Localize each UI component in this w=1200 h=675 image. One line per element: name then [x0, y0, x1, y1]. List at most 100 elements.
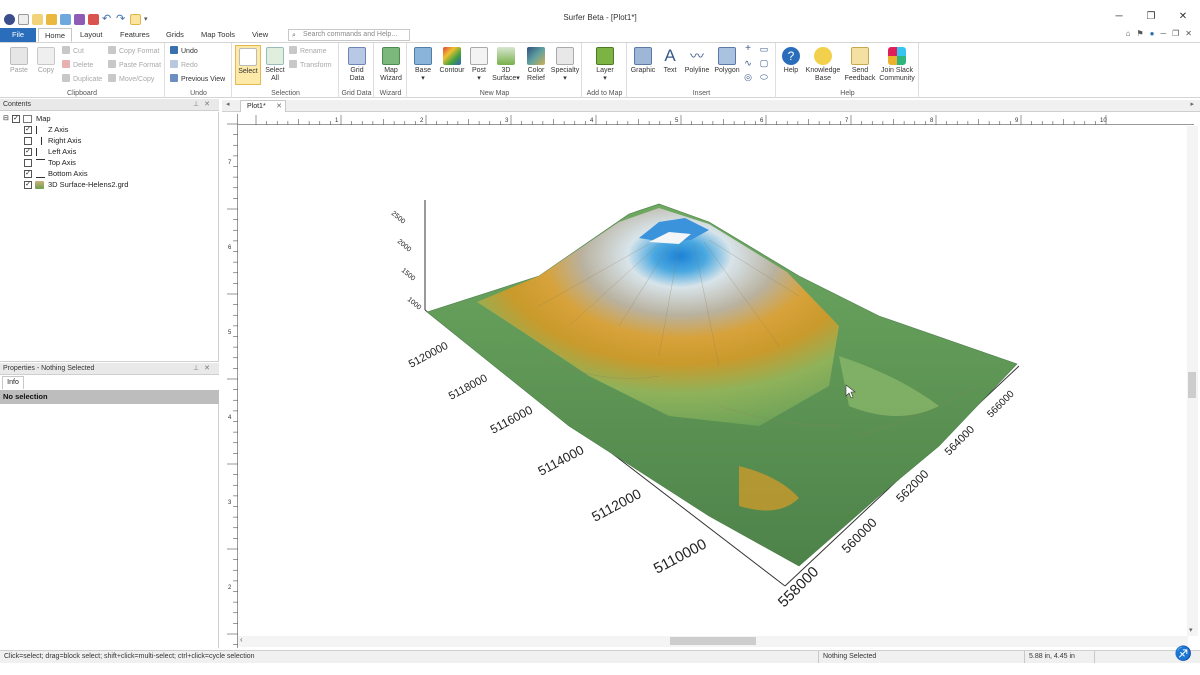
copy-button[interactable]: Copy — [34, 47, 58, 75]
spline-icon[interactable]: ∿ — [742, 59, 754, 68]
save-icon[interactable] — [74, 13, 85, 25]
help-circle-icon[interactable]: ● — [1150, 29, 1155, 38]
move-copy-button[interactable]: Move/Copy — [108, 74, 154, 86]
symbol-icon[interactable]: ◎ — [742, 73, 754, 82]
minimize-icon[interactable]: ─ — [1112, 11, 1126, 22]
duplicate-button[interactable]: Duplicate — [62, 74, 102, 86]
tab-map-tools[interactable]: Map Tools — [195, 28, 241, 42]
tab-view[interactable]: View — [246, 28, 274, 42]
select-tool-icon[interactable] — [130, 13, 141, 25]
map-wizard-button[interactable]: Map Wizard — [378, 47, 404, 83]
close-tab-icon[interactable]: ✕ — [276, 101, 282, 112]
slack-icon — [888, 47, 906, 65]
rename-button[interactable]: Rename — [289, 46, 326, 58]
panel-pin-close-icons[interactable]: ⊥✕ — [193, 99, 215, 111]
customize-qat-icon[interactable]: ▾ — [144, 15, 148, 23]
checkbox-map[interactable]: ✓ — [12, 115, 20, 123]
app-logo-icon[interactable] — [4, 13, 15, 25]
join-slack-button[interactable]: Join Slack Community — [877, 47, 917, 83]
grid-data-button[interactable]: Grid Data — [344, 47, 370, 83]
tab-grids[interactable]: Grids — [160, 28, 190, 42]
paste-button[interactable]: Paste — [6, 47, 32, 75]
text-button[interactable]: A Text — [660, 47, 680, 75]
left-tick-label: 5120000 — [407, 340, 450, 371]
tab-layout[interactable]: Layout — [74, 28, 109, 42]
contour-map-button[interactable]: Contour — [437, 47, 467, 75]
scroll-left-icon[interactable]: ‹ — [240, 635, 243, 644]
tab-scroll-left-icon[interactable]: ◂ — [226, 100, 230, 108]
flag-icon[interactable]: ⚑ — [1136, 29, 1143, 38]
panel-pin-close-icons[interactable]: ⊥✕ — [193, 363, 215, 375]
tab-home[interactable]: Home — [38, 28, 73, 42]
copy-icon — [37, 47, 55, 65]
checkbox-left-axis[interactable]: ✓ — [24, 148, 32, 156]
restore-icon[interactable]: ❐ — [1144, 11, 1158, 22]
command-search-input[interactable]: ⌕ Search commands and Help... — [288, 29, 410, 41]
checkbox-right-axis[interactable] — [24, 137, 32, 145]
rounded-rect-icon[interactable]: ▢ — [758, 59, 770, 68]
redo-icon[interactable]: ↷ — [116, 13, 127, 25]
collapse-icon[interactable]: ⊟ — [3, 113, 9, 124]
polyline-button[interactable]: 〰 Polyline — [682, 47, 712, 75]
redo-button[interactable]: Redo — [170, 60, 198, 72]
undo-icon[interactable]: ↶ — [102, 13, 113, 25]
new-file-icon[interactable] — [18, 13, 29, 25]
rectangle-icon[interactable]: ▭ — [758, 45, 770, 54]
post-dropdown-icon: ▾ — [477, 75, 481, 82]
vertical-scroll-thumb[interactable] — [1188, 372, 1196, 398]
copy-format-button[interactable]: Copy Format — [108, 46, 159, 58]
undo-button[interactable]: Undo — [170, 46, 198, 58]
post-map-button[interactable]: Post ▾ — [468, 47, 490, 83]
select-button[interactable]: Select — [235, 45, 261, 85]
horizontal-scrollbar[interactable]: ‹ — [238, 635, 1188, 647]
tab-features[interactable]: Features — [114, 28, 156, 42]
rename-icon — [289, 46, 297, 54]
checkbox-z-axis[interactable]: ✓ — [24, 126, 32, 134]
paste-icon — [10, 47, 28, 65]
plot-canvas[interactable]: 2500 2000 1500 1000 5120000 5118000 5116… — [239, 126, 1187, 634]
close-doc-icon[interactable] — [88, 13, 99, 25]
graphic-button[interactable]: Graphic — [628, 47, 658, 75]
checkbox-bottom-axis[interactable]: ✓ — [24, 170, 32, 178]
base-map-button[interactable]: Base ▾ — [410, 47, 436, 83]
cut-button[interactable]: Cut — [62, 46, 84, 58]
tab-plot1[interactable]: Plot1* ✕ — [240, 100, 286, 112]
checkbox-3d-surface[interactable]: ✓ — [24, 181, 32, 189]
color-relief-button[interactable]: Color Relief — [524, 47, 548, 83]
close-ribbon-icon[interactable]: ✕ — [1185, 29, 1192, 38]
tab-info[interactable]: Info — [2, 376, 24, 389]
base-dropdown-icon: ▾ — [421, 75, 425, 82]
min-ribbon-icon[interactable]: ─ — [1160, 29, 1166, 38]
paste-format-button[interactable]: Paste Format — [108, 60, 161, 72]
previous-view-button[interactable]: Previous View — [170, 74, 225, 86]
polygon-button[interactable]: Polygon — [712, 47, 742, 75]
home-icon[interactable]: ⌂ — [1126, 29, 1131, 38]
vertical-scrollbar[interactable]: ▾ — [1187, 126, 1198, 636]
close-icon[interactable]: ✕ — [1176, 11, 1190, 22]
3d-surface-button[interactable]: 3D Surface▾ — [490, 47, 522, 83]
properties-body — [0, 404, 219, 648]
open-folder-icon[interactable] — [46, 13, 57, 25]
layer-dropdown-icon: ▾ — [603, 75, 607, 82]
send-feedback-button[interactable]: Send Feedback — [843, 47, 877, 83]
ellipse-icon[interactable]: ⬭ — [758, 73, 770, 82]
restore-ribbon-icon[interactable]: ❐ — [1172, 29, 1179, 38]
layer-button[interactable]: Layer ▾ — [592, 47, 618, 83]
wizard-group: Map Wizard Wizard — [375, 43, 407, 98]
delete-button[interactable]: Delete — [62, 60, 93, 72]
add-point-icon[interactable]: + — [742, 44, 754, 54]
contents-tree: ⊟ ✓ Map ✓ Z Axis Right Axis ✓ Left Axis … — [0, 112, 219, 362]
select-all-button[interactable]: Select All — [263, 47, 287, 83]
transform-button[interactable]: Transform — [289, 60, 332, 72]
3d-surface-map[interactable]: 2500 2000 1500 1000 5120000 5118000 5116… — [239, 126, 1187, 634]
checkbox-top-axis[interactable] — [24, 159, 32, 167]
import-icon[interactable] — [60, 13, 71, 25]
tab-file[interactable]: File — [0, 28, 36, 42]
tab-scroll-right-icon[interactable]: ▸ — [1190, 100, 1194, 108]
knowledge-base-button[interactable]: Knowledge Base — [803, 47, 843, 83]
scroll-down-icon[interactable]: ▾ — [1189, 626, 1193, 634]
specialty-map-button[interactable]: Specialty ▾ — [550, 47, 580, 83]
new-plot-icon[interactable] — [32, 13, 43, 25]
help-button[interactable]: ? Help — [779, 47, 803, 75]
horizontal-scroll-thumb[interactable] — [670, 637, 756, 645]
